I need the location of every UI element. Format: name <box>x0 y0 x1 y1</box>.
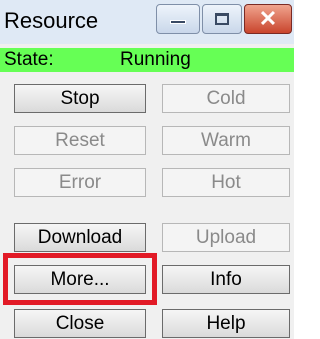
maximize-icon <box>215 13 229 25</box>
close-icon: ✕ <box>258 6 278 31</box>
highlight-box <box>3 253 157 305</box>
stop-button[interactable]: Stop <box>14 84 146 113</box>
minimize-button[interactable] <box>156 4 200 34</box>
status-bar: State: Running <box>0 48 294 72</box>
resource-window: Resource ✕ State: Running Stop Cold Rese… <box>0 0 294 339</box>
minimize-icon <box>170 20 186 24</box>
help-button[interactable]: Help <box>162 309 290 338</box>
window-title: Resource <box>4 8 99 33</box>
upload-button: Upload <box>162 223 290 252</box>
warm-button: Warm <box>162 126 290 155</box>
close-window-button[interactable]: ✕ <box>244 4 292 34</box>
info-button[interactable]: Info <box>162 265 290 294</box>
reset-button: Reset <box>14 126 146 155</box>
title-bar[interactable]: Resource ✕ <box>0 0 294 44</box>
error-button: Error <box>14 168 146 197</box>
cold-button: Cold <box>162 84 290 113</box>
state-label: State: <box>4 49 54 70</box>
state-value: Running <box>120 49 191 70</box>
maximize-button[interactable] <box>202 4 242 34</box>
download-button[interactable]: Download <box>14 223 146 252</box>
hot-button: Hot <box>162 168 290 197</box>
close-button[interactable]: Close <box>14 309 146 338</box>
